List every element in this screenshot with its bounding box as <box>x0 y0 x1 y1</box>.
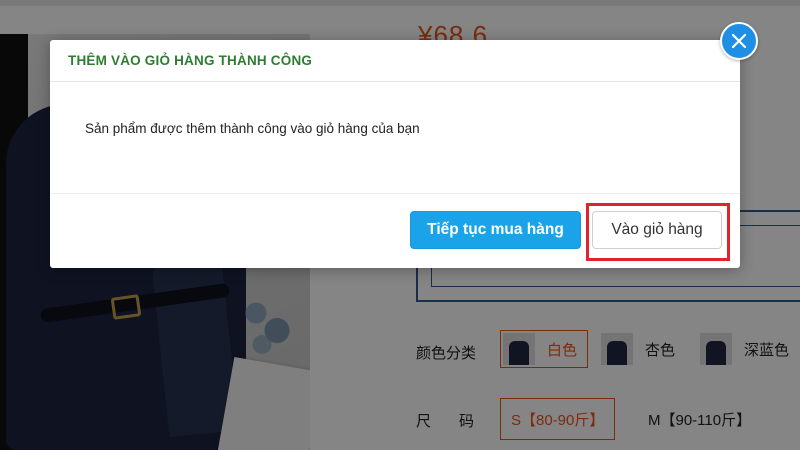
dialog-close-button[interactable] <box>720 22 758 60</box>
go-to-cart-button[interactable]: Vào giỏ hàng <box>592 211 722 249</box>
close-icon <box>731 33 747 49</box>
add-to-cart-dialog: THÊM VÀO GIỎ HÀNG THÀNH CÔNG Sản phẩm đư… <box>50 40 740 268</box>
dialog-message: Sản phẩm được thêm thành công vào giỏ hà… <box>85 121 420 136</box>
dialog-title: THÊM VÀO GIỎ HÀNG THÀNH CÔNG <box>68 53 313 68</box>
dialog-footer: Tiếp tục mua hàng Vào giỏ hàng <box>50 194 740 267</box>
dialog-header: THÊM VÀO GIỎ HÀNG THÀNH CÔNG <box>50 40 740 82</box>
continue-shopping-button[interactable]: Tiếp tục mua hàng <box>410 211 581 249</box>
dialog-body: Sản phẩm được thêm thành công vào giỏ hà… <box>50 82 740 194</box>
